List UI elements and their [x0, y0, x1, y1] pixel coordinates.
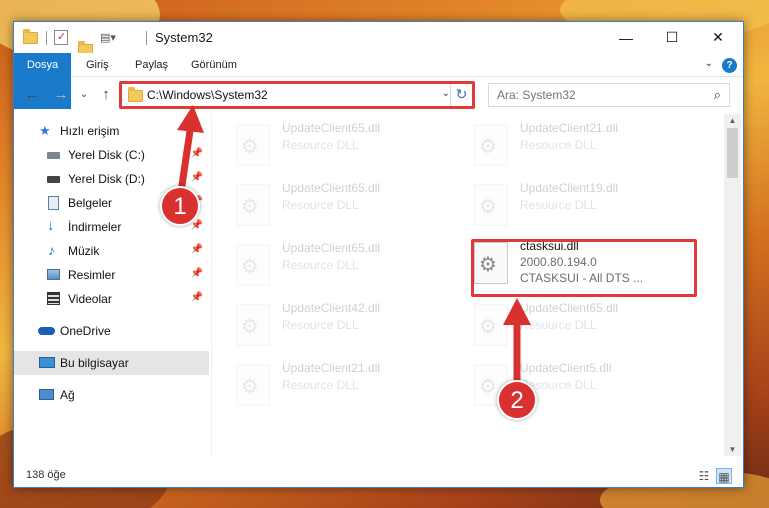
- callout-1-badge: 1: [160, 186, 200, 226]
- callout-2-badge: 2: [497, 380, 537, 420]
- arrow-2-head: [503, 298, 531, 325]
- annotation-arrows: [177, 105, 531, 387]
- arrow-1-head: [177, 105, 204, 133]
- arrow-1-line: [177, 120, 195, 196]
